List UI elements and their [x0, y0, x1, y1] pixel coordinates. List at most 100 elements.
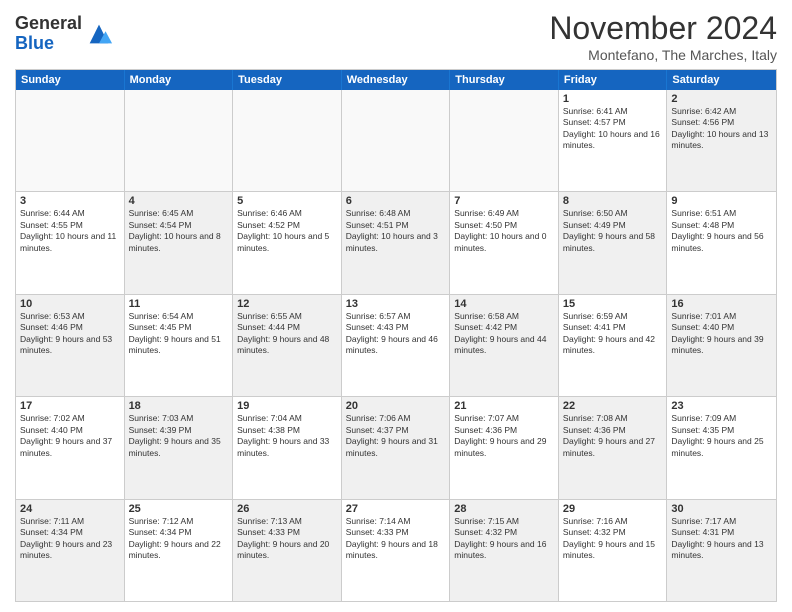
day-number: 1: [563, 93, 663, 105]
day-info: Sunrise: 7:15 AM Sunset: 4:32 PM Dayligh…: [454, 516, 554, 562]
header-day-thursday: Thursday: [450, 70, 559, 90]
day-info: Sunrise: 7:12 AM Sunset: 4:34 PM Dayligh…: [129, 516, 229, 562]
calendar-cell-day-30: 30Sunrise: 7:17 AM Sunset: 4:31 PM Dayli…: [667, 500, 776, 601]
day-number: 27: [346, 503, 446, 515]
calendar-cell-day-23: 23Sunrise: 7:09 AM Sunset: 4:35 PM Dayli…: [667, 397, 776, 498]
calendar-cell-day-2: 2Sunrise: 6:42 AM Sunset: 4:56 PM Daylig…: [667, 90, 776, 191]
day-info: Sunrise: 6:48 AM Sunset: 4:51 PM Dayligh…: [346, 208, 446, 254]
day-number: 2: [671, 93, 772, 105]
calendar-cell-empty: [233, 90, 342, 191]
day-info: Sunrise: 6:54 AM Sunset: 4:45 PM Dayligh…: [129, 311, 229, 357]
calendar-cell-day-7: 7Sunrise: 6:49 AM Sunset: 4:50 PM Daylig…: [450, 192, 559, 293]
day-number: 29: [563, 503, 663, 515]
calendar-cell-day-17: 17Sunrise: 7:02 AM Sunset: 4:40 PM Dayli…: [16, 397, 125, 498]
logo: General Blue: [15, 14, 113, 54]
day-info: Sunrise: 7:02 AM Sunset: 4:40 PM Dayligh…: [20, 413, 120, 459]
day-number: 23: [671, 400, 772, 412]
day-info: Sunrise: 6:41 AM Sunset: 4:57 PM Dayligh…: [563, 106, 663, 152]
calendar-row-0: 1Sunrise: 6:41 AM Sunset: 4:57 PM Daylig…: [16, 90, 776, 191]
calendar-cell-day-27: 27Sunrise: 7:14 AM Sunset: 4:33 PM Dayli…: [342, 500, 451, 601]
calendar-cell-day-5: 5Sunrise: 6:46 AM Sunset: 4:52 PM Daylig…: [233, 192, 342, 293]
calendar-cell-day-22: 22Sunrise: 7:08 AM Sunset: 4:36 PM Dayli…: [559, 397, 668, 498]
day-info: Sunrise: 6:53 AM Sunset: 4:46 PM Dayligh…: [20, 311, 120, 357]
calendar-cell-day-21: 21Sunrise: 7:07 AM Sunset: 4:36 PM Dayli…: [450, 397, 559, 498]
calendar-cell-day-20: 20Sunrise: 7:06 AM Sunset: 4:37 PM Dayli…: [342, 397, 451, 498]
day-number: 21: [454, 400, 554, 412]
calendar-cell-day-24: 24Sunrise: 7:11 AM Sunset: 4:34 PM Dayli…: [16, 500, 125, 601]
day-info: Sunrise: 6:55 AM Sunset: 4:44 PM Dayligh…: [237, 311, 337, 357]
day-info: Sunrise: 7:01 AM Sunset: 4:40 PM Dayligh…: [671, 311, 772, 357]
logo-general: General: [15, 13, 82, 33]
day-number: 28: [454, 503, 554, 515]
day-info: Sunrise: 6:57 AM Sunset: 4:43 PM Dayligh…: [346, 311, 446, 357]
day-number: 26: [237, 503, 337, 515]
location: Montefano, The Marches, Italy: [549, 47, 777, 63]
calendar-cell-day-15: 15Sunrise: 6:59 AM Sunset: 4:41 PM Dayli…: [559, 295, 668, 396]
day-number: 14: [454, 298, 554, 310]
header-day-friday: Friday: [559, 70, 668, 90]
logo-blue: Blue: [15, 33, 54, 53]
day-number: 20: [346, 400, 446, 412]
day-info: Sunrise: 6:51 AM Sunset: 4:48 PM Dayligh…: [671, 208, 772, 254]
logo-text: General Blue: [15, 14, 82, 54]
header-day-sunday: Sunday: [16, 70, 125, 90]
page: General Blue November 2024 Montefano, Th…: [0, 0, 792, 612]
day-number: 5: [237, 195, 337, 207]
calendar-cell-day-6: 6Sunrise: 6:48 AM Sunset: 4:51 PM Daylig…: [342, 192, 451, 293]
day-number: 11: [129, 298, 229, 310]
day-number: 9: [671, 195, 772, 207]
day-number: 8: [563, 195, 663, 207]
day-info: Sunrise: 6:49 AM Sunset: 4:50 PM Dayligh…: [454, 208, 554, 254]
calendar-cell-day-1: 1Sunrise: 6:41 AM Sunset: 4:57 PM Daylig…: [559, 90, 668, 191]
title-block: November 2024 Montefano, The Marches, It…: [549, 10, 777, 63]
day-info: Sunrise: 7:13 AM Sunset: 4:33 PM Dayligh…: [237, 516, 337, 562]
day-info: Sunrise: 6:59 AM Sunset: 4:41 PM Dayligh…: [563, 311, 663, 357]
header-day-saturday: Saturday: [667, 70, 776, 90]
header: General Blue November 2024 Montefano, Th…: [15, 10, 777, 63]
calendar-row-3: 17Sunrise: 7:02 AM Sunset: 4:40 PM Dayli…: [16, 396, 776, 498]
day-number: 13: [346, 298, 446, 310]
day-info: Sunrise: 6:50 AM Sunset: 4:49 PM Dayligh…: [563, 208, 663, 254]
calendar-row-2: 10Sunrise: 6:53 AM Sunset: 4:46 PM Dayli…: [16, 294, 776, 396]
day-info: Sunrise: 7:08 AM Sunset: 4:36 PM Dayligh…: [563, 413, 663, 459]
day-number: 30: [671, 503, 772, 515]
day-info: Sunrise: 7:07 AM Sunset: 4:36 PM Dayligh…: [454, 413, 554, 459]
day-number: 17: [20, 400, 120, 412]
calendar-cell-day-10: 10Sunrise: 6:53 AM Sunset: 4:46 PM Dayli…: [16, 295, 125, 396]
day-info: Sunrise: 6:42 AM Sunset: 4:56 PM Dayligh…: [671, 106, 772, 152]
day-info: Sunrise: 6:44 AM Sunset: 4:55 PM Dayligh…: [20, 208, 120, 254]
header-day-tuesday: Tuesday: [233, 70, 342, 90]
day-number: 10: [20, 298, 120, 310]
logo-icon: [85, 20, 113, 48]
calendar-cell-day-9: 9Sunrise: 6:51 AM Sunset: 4:48 PM Daylig…: [667, 192, 776, 293]
calendar-cell-day-28: 28Sunrise: 7:15 AM Sunset: 4:32 PM Dayli…: [450, 500, 559, 601]
calendar-cell-day-14: 14Sunrise: 6:58 AM Sunset: 4:42 PM Dayli…: [450, 295, 559, 396]
day-number: 18: [129, 400, 229, 412]
calendar-row-4: 24Sunrise: 7:11 AM Sunset: 4:34 PM Dayli…: [16, 499, 776, 601]
day-info: Sunrise: 7:11 AM Sunset: 4:34 PM Dayligh…: [20, 516, 120, 562]
calendar-cell-day-26: 26Sunrise: 7:13 AM Sunset: 4:33 PM Dayli…: [233, 500, 342, 601]
day-number: 22: [563, 400, 663, 412]
calendar-cell-empty: [125, 90, 234, 191]
calendar-cell-day-13: 13Sunrise: 6:57 AM Sunset: 4:43 PM Dayli…: [342, 295, 451, 396]
day-number: 7: [454, 195, 554, 207]
calendar-cell-day-16: 16Sunrise: 7:01 AM Sunset: 4:40 PM Dayli…: [667, 295, 776, 396]
calendar-cell-empty: [450, 90, 559, 191]
calendar-cell-day-25: 25Sunrise: 7:12 AM Sunset: 4:34 PM Dayli…: [125, 500, 234, 601]
day-info: Sunrise: 6:58 AM Sunset: 4:42 PM Dayligh…: [454, 311, 554, 357]
header-day-wednesday: Wednesday: [342, 70, 451, 90]
calendar-cell-empty: [342, 90, 451, 191]
day-number: 15: [563, 298, 663, 310]
day-info: Sunrise: 7:06 AM Sunset: 4:37 PM Dayligh…: [346, 413, 446, 459]
day-number: 16: [671, 298, 772, 310]
day-info: Sunrise: 6:45 AM Sunset: 4:54 PM Dayligh…: [129, 208, 229, 254]
calendar-cell-day-8: 8Sunrise: 6:50 AM Sunset: 4:49 PM Daylig…: [559, 192, 668, 293]
calendar-cell-day-11: 11Sunrise: 6:54 AM Sunset: 4:45 PM Dayli…: [125, 295, 234, 396]
calendar-header: SundayMondayTuesdayWednesdayThursdayFrid…: [16, 70, 776, 90]
month-title: November 2024: [549, 10, 777, 47]
calendar-row-1: 3Sunrise: 6:44 AM Sunset: 4:55 PM Daylig…: [16, 191, 776, 293]
day-info: Sunrise: 7:09 AM Sunset: 4:35 PM Dayligh…: [671, 413, 772, 459]
day-info: Sunrise: 7:04 AM Sunset: 4:38 PM Dayligh…: [237, 413, 337, 459]
calendar-cell-day-4: 4Sunrise: 6:45 AM Sunset: 4:54 PM Daylig…: [125, 192, 234, 293]
day-number: 6: [346, 195, 446, 207]
